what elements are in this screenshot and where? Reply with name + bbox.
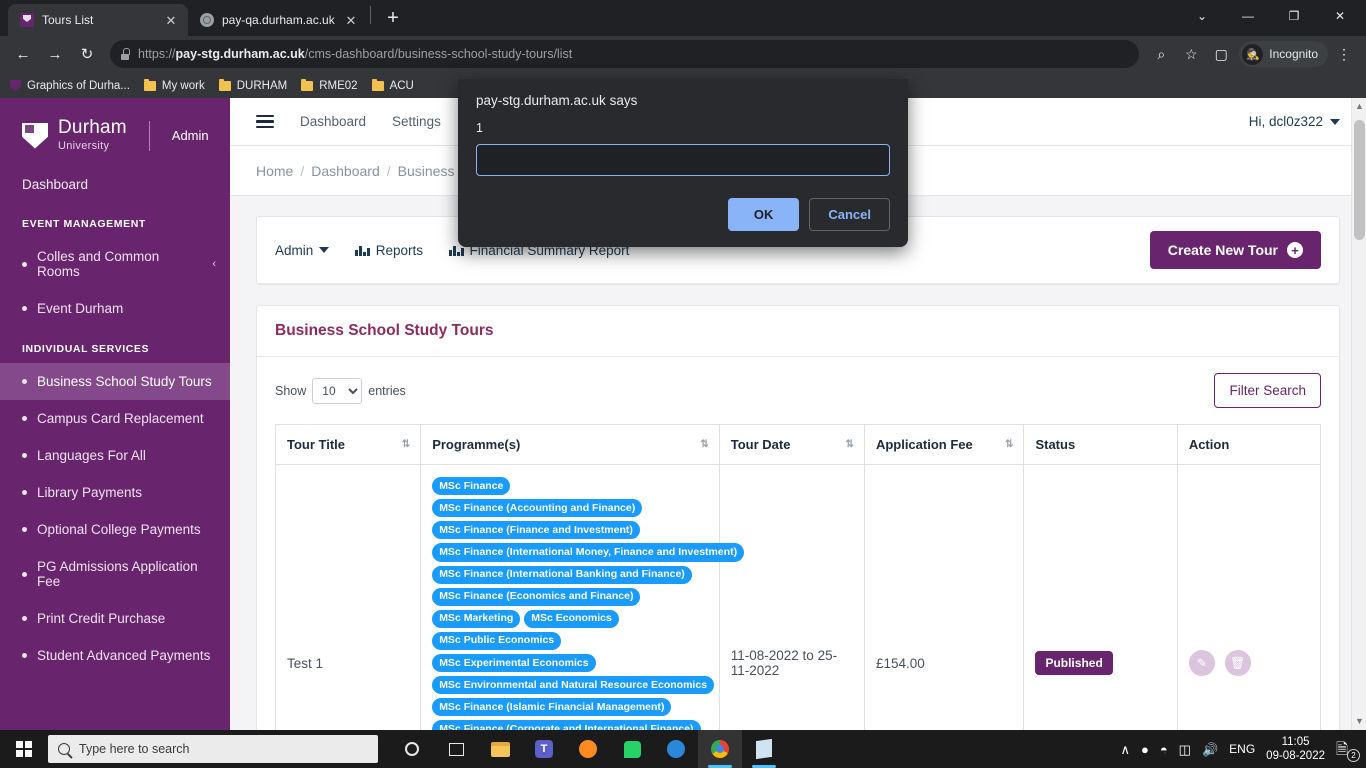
- taskbar-icons: T: [390, 730, 786, 768]
- wifi-icon[interactable]: ◓: [1160, 743, 1168, 756]
- notification-badge: 2: [1347, 749, 1360, 762]
- book-icon[interactable]: [742, 730, 786, 768]
- windows-logo-icon: [16, 741, 32, 757]
- clock[interactable]: 11:05 09-08-2022: [1266, 735, 1325, 764]
- dialog-title: pay-stg.durham.ac.uk says: [476, 93, 638, 108]
- clock-date: 09-08-2022: [1266, 750, 1325, 762]
- dialog-cancel-button[interactable]: Cancel: [809, 198, 890, 231]
- firefox-icon[interactable]: [566, 730, 610, 768]
- battery-icon[interactable]: ◫: [1179, 743, 1191, 756]
- teams-icon[interactable]: T: [522, 730, 566, 768]
- dialog-buttons: OK Cancel: [476, 198, 890, 231]
- tray-chevron-icon[interactable]: ∧: [1120, 743, 1130, 756]
- dialog-overlay: pay-stg.durham.ac.uk says 1 OK Cancel: [0, 0, 1366, 730]
- file-explorer-icon[interactable]: [478, 730, 522, 768]
- search-placeholder: Type here to search: [79, 742, 190, 756]
- start-button[interactable]: [0, 730, 48, 768]
- search-icon: [58, 743, 70, 755]
- whatsapp-icon[interactable]: [610, 730, 654, 768]
- chrome-icon[interactable]: [698, 730, 742, 768]
- browser-window: Tours List ✕ pay-qa.durham.ac.uk ✕ + ⌄ —…: [0, 0, 1366, 730]
- language-indicator[interactable]: ENG: [1229, 742, 1255, 756]
- dialog-prompt-input[interactable]: [476, 144, 890, 176]
- taskbar-search-input[interactable]: Type here to search: [48, 735, 378, 763]
- cortana-icon[interactable]: [390, 730, 434, 768]
- dialog-message: 1: [476, 121, 483, 135]
- system-tray: ∧ ● ◓ ◫ 🔊 ENG 11:05 09-08-2022 🗎 2: [1120, 735, 1366, 764]
- task-view-icon[interactable]: [434, 730, 478, 768]
- clock-time: 11:05: [1281, 735, 1310, 748]
- windows-taskbar: Type here to search T ∧ ● ◓ ◫ 🔊 ENG 11:0…: [0, 730, 1366, 768]
- javascript-prompt-dialog: pay-stg.durham.ac.uk says 1 OK Cancel: [458, 79, 908, 247]
- dialog-ok-button[interactable]: OK: [727, 198, 800, 231]
- edge-icon[interactable]: [654, 730, 698, 768]
- onedrive-icon[interactable]: ●: [1141, 743, 1149, 756]
- notification-center-icon[interactable]: 🗎 2: [1336, 739, 1360, 762]
- volume-icon[interactable]: 🔊: [1202, 743, 1218, 756]
